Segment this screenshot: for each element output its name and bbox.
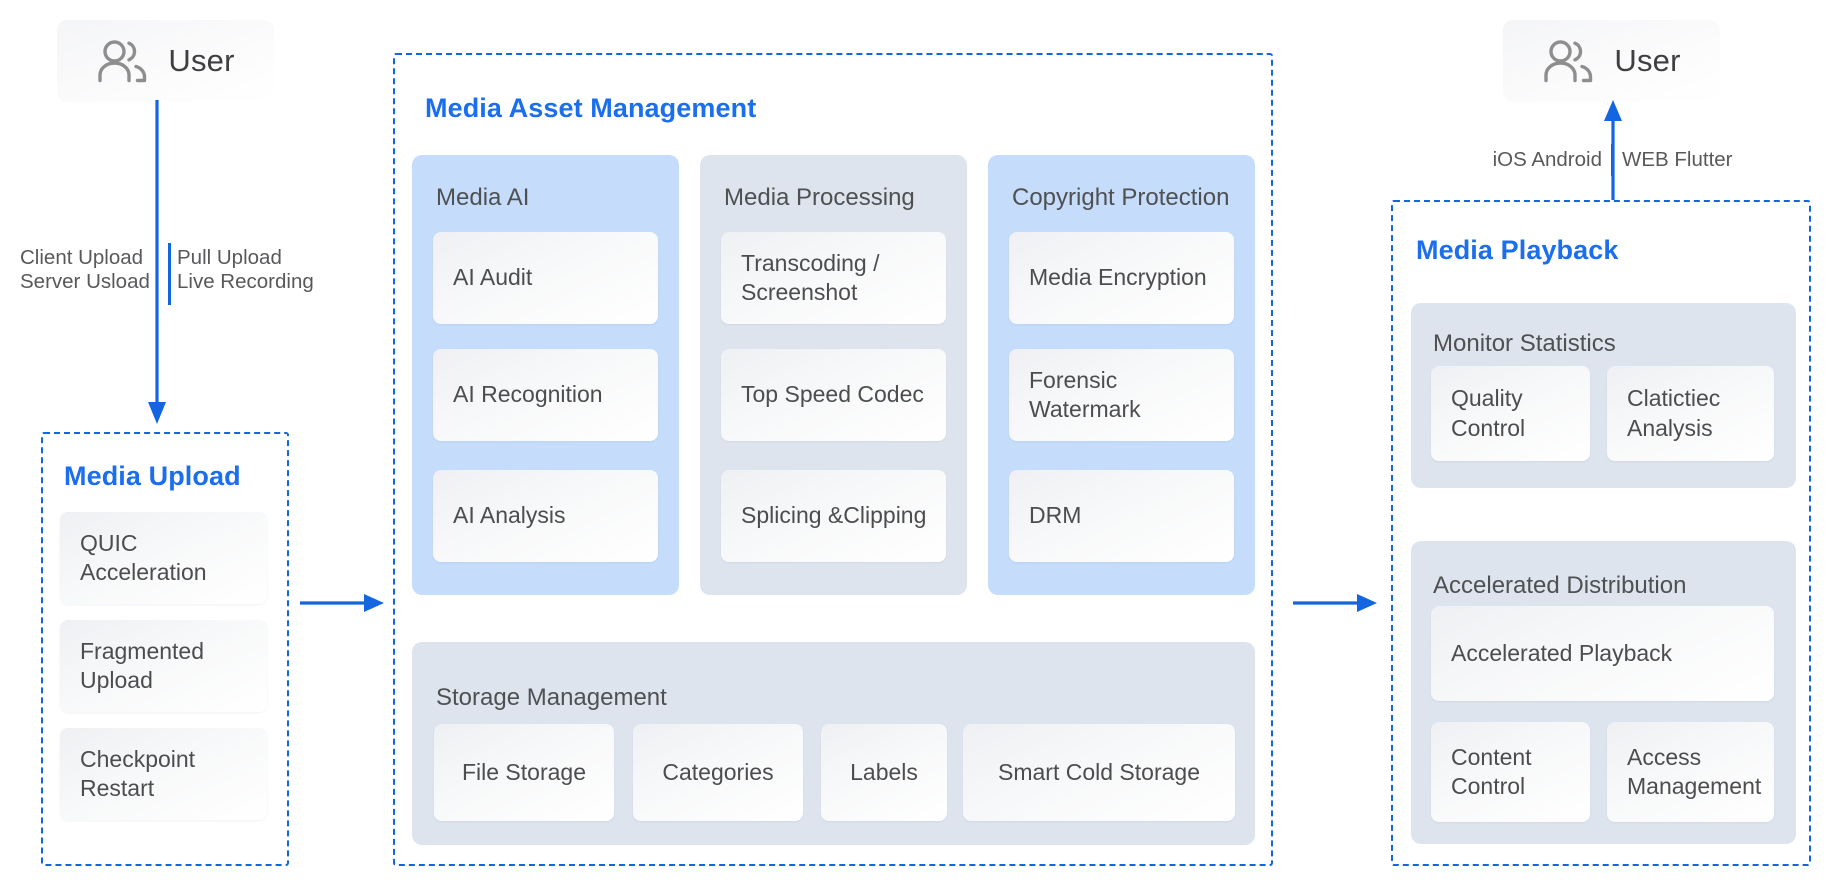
copyright-protection-card-1[interactable]: Forensic Watermark bbox=[1009, 349, 1234, 441]
arrow-upload-to-asset bbox=[300, 594, 384, 612]
media-ai-card-0[interactable]: AI Audit bbox=[433, 232, 658, 324]
arrow-user-to-upload bbox=[148, 100, 166, 424]
storage-management-group-title: Storage Management bbox=[436, 684, 667, 711]
media-ai-group-title: Media AI bbox=[436, 184, 530, 211]
upload-methods-right-label: Pull Upload Live Recording bbox=[177, 246, 314, 294]
media-ai-card-2[interactable]: AI Analysis bbox=[433, 470, 658, 562]
storage-card-3[interactable]: Smart Cold Storage bbox=[963, 724, 1235, 821]
copyright-protection-card-0[interactable]: Media Encryption bbox=[1009, 232, 1234, 324]
upload-methods-divider bbox=[168, 243, 171, 305]
playback-platforms-left-label: iOS Android bbox=[1492, 148, 1602, 171]
architecture-diagram: User Client Upload Server Usload Pull Up… bbox=[0, 0, 1832, 888]
users-icon bbox=[1542, 39, 1598, 83]
media-upload-card-2[interactable]: Checkpoint Restart bbox=[60, 728, 267, 820]
media-ai-card-1[interactable]: AI Recognition bbox=[433, 349, 658, 441]
users-icon bbox=[96, 39, 152, 83]
media-playback-title: Media Playback bbox=[1416, 235, 1619, 265]
copyright-protection-card-2[interactable]: DRM bbox=[1009, 470, 1234, 562]
monitor-statistics-card-0[interactable]: Quality Control bbox=[1431, 366, 1590, 461]
accelerated-distribution-card-2[interactable]: Access Management bbox=[1607, 722, 1774, 822]
media-processing-card-1[interactable]: Top Speed Codec bbox=[721, 349, 946, 441]
media-processing-card-0[interactable]: Transcoding / Screenshot bbox=[721, 232, 946, 324]
accelerated-distribution-card-1[interactable]: Content Control bbox=[1431, 722, 1590, 822]
accelerated-distribution-group-title: Accelerated Distribution bbox=[1433, 572, 1687, 599]
media-processing-group-title: Media Processing bbox=[724, 184, 915, 211]
monitor-statistics-group-title: Monitor Statistics bbox=[1433, 330, 1616, 357]
user-chip-right: User bbox=[1503, 20, 1720, 102]
upload-methods-left-label: Client Upload Server Usload bbox=[20, 246, 150, 294]
media-processing-card-2[interactable]: Splicing &Clipping bbox=[721, 470, 946, 562]
storage-card-0[interactable]: File Storage bbox=[434, 724, 614, 821]
copyright-protection-group-title: Copyright Protection bbox=[1012, 184, 1230, 211]
media-asset-management-title: Media Asset Management bbox=[425, 93, 757, 123]
media-upload-card-0[interactable]: QUIC Acceleration bbox=[60, 512, 267, 604]
media-upload-title: Media Upload bbox=[64, 461, 241, 491]
playback-platforms-divider bbox=[1611, 144, 1614, 176]
arrow-asset-to-playback bbox=[1293, 594, 1377, 612]
playback-platforms-right-label: WEB Flutter bbox=[1622, 148, 1733, 171]
user-label-right: User bbox=[1614, 43, 1681, 78]
storage-card-2[interactable]: Labels bbox=[821, 724, 947, 821]
media-upload-card-1[interactable]: Fragmented Upload bbox=[60, 620, 267, 712]
storage-card-1[interactable]: Categories bbox=[633, 724, 803, 821]
user-chip-left: User bbox=[57, 20, 274, 102]
accelerated-distribution-card-0[interactable]: Accelerated Playback bbox=[1431, 606, 1774, 701]
monitor-statistics-card-1[interactable]: Clatictiec Analysis bbox=[1607, 366, 1774, 461]
user-label-left: User bbox=[168, 43, 235, 78]
